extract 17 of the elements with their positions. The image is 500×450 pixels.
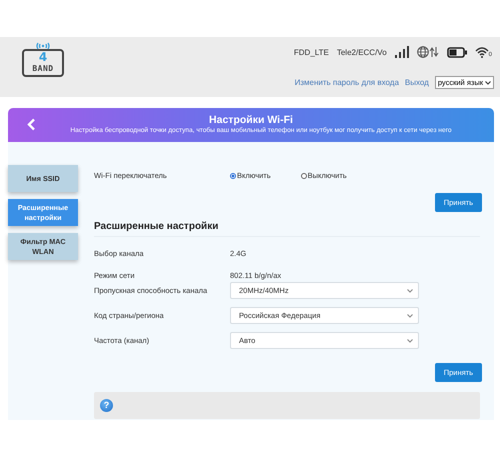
antenna-icon [35,42,51,50]
logout-link[interactable]: Выход [404,78,429,87]
signal-icon [394,46,409,58]
logo-digit: 4 [38,51,48,63]
back-icon[interactable] [27,118,36,131]
change-password-link[interactable]: Изменить пароль для входа [294,78,399,87]
caret-icon [407,314,413,318]
network-type: FDD_LTE [294,48,329,56]
page-title: Настройки Wi-Fi [209,114,293,126]
operator-name: Tele2/ECC/Vo [336,48,387,56]
caret-icon [407,288,413,292]
battery-icon [446,46,467,58]
caret-icon [407,338,413,342]
globe-icon [416,46,439,58]
caret-icon [485,80,491,84]
section-heading: Расширенные настройки [94,221,480,237]
logo-word: BAND [32,65,54,73]
